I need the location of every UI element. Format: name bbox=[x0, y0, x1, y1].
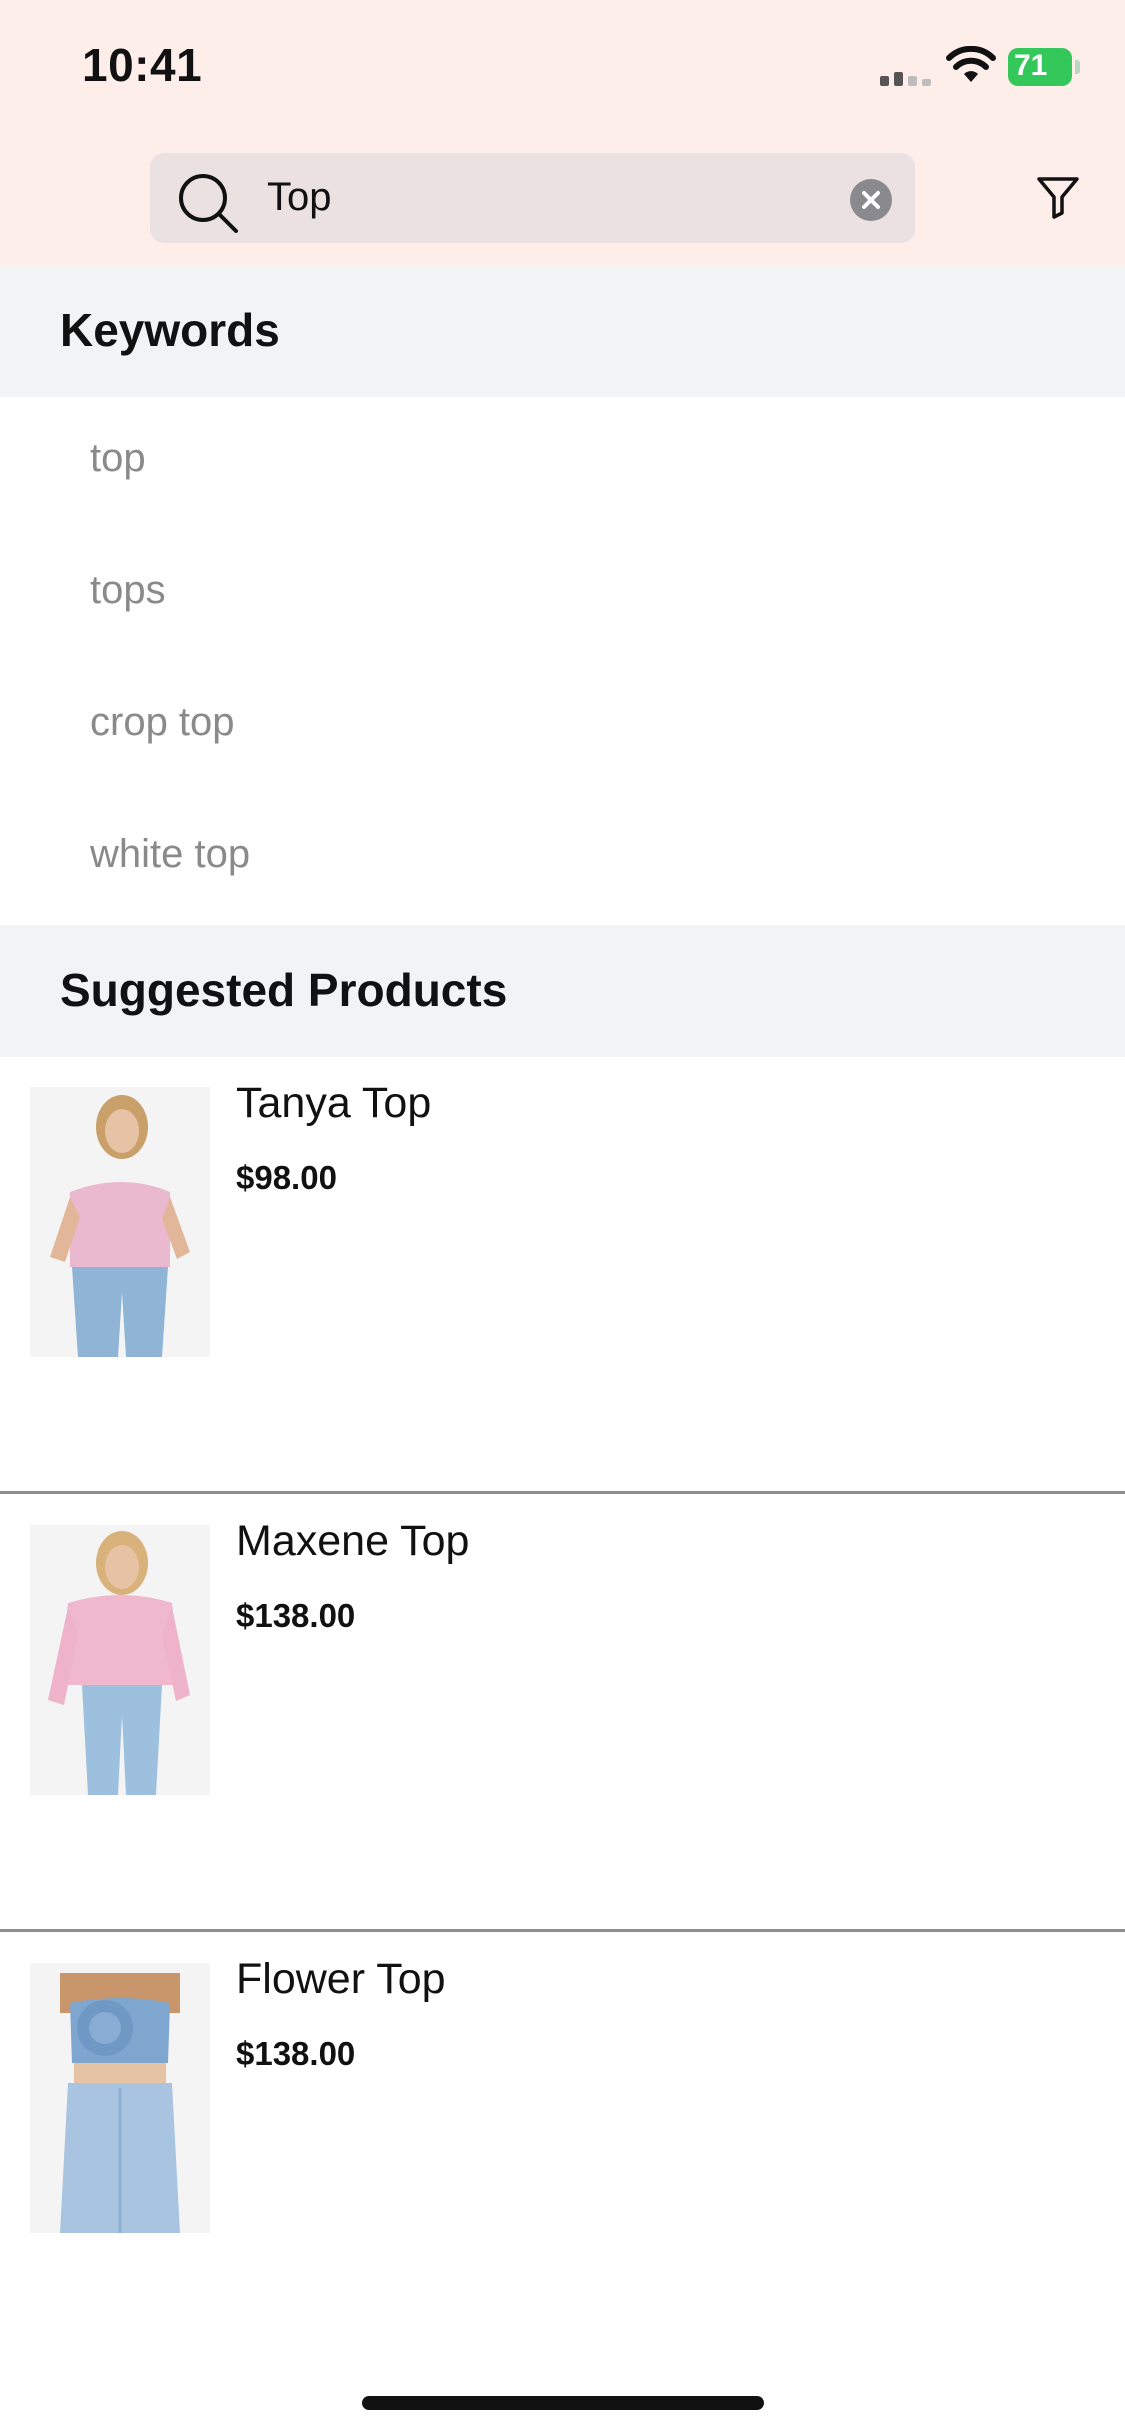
keyword-item[interactable]: white top bbox=[90, 832, 250, 877]
wifi-icon bbox=[946, 46, 996, 82]
clear-icon[interactable] bbox=[850, 179, 892, 221]
product-item[interactable]: Tanya Top $98.00 bbox=[0, 1057, 1125, 1497]
status-bar: 10:41 71 bbox=[0, 0, 1125, 135]
battery-cap bbox=[1075, 60, 1080, 74]
product-image[interactable] bbox=[30, 1525, 210, 1795]
filter-icon[interactable] bbox=[1036, 175, 1080, 219]
search-header: Top bbox=[0, 135, 1125, 265]
keywords-title: Keywords bbox=[60, 304, 280, 356]
product-price: $138.00 bbox=[236, 1597, 356, 1634]
product-item[interactable]: Maxene Top $138.00 bbox=[0, 1495, 1125, 1935]
keywords-section-header: Keywords bbox=[0, 265, 1125, 397]
divider bbox=[0, 1491, 1125, 1494]
search-input[interactable]: Top bbox=[150, 153, 915, 243]
product-item[interactable]: Flower Top $138.00 bbox=[0, 1933, 1125, 2373]
keyword-item[interactable]: top bbox=[90, 436, 146, 481]
product-name[interactable]: Tanya Top bbox=[236, 1079, 431, 1128]
keyword-item[interactable]: tops bbox=[90, 568, 166, 613]
products-section-header: Suggested Products bbox=[0, 925, 1125, 1057]
product-price: $98.00 bbox=[236, 1159, 337, 1196]
product-name[interactable]: Flower Top bbox=[236, 1955, 446, 2004]
keyword-item[interactable]: crop top bbox=[90, 700, 235, 745]
battery-level: 71 bbox=[1014, 49, 1048, 82]
home-indicator[interactable] bbox=[362, 2396, 764, 2410]
product-name[interactable]: Maxene Top bbox=[236, 1517, 469, 1566]
status-time: 10:41 bbox=[82, 39, 203, 91]
cellular-signal-icon bbox=[880, 72, 931, 86]
divider bbox=[0, 1929, 1125, 1932]
product-image[interactable] bbox=[30, 1963, 210, 2233]
search-query[interactable]: Top bbox=[267, 175, 332, 220]
products-title: Suggested Products bbox=[60, 964, 508, 1016]
search-icon bbox=[179, 174, 238, 233]
product-price: $138.00 bbox=[236, 2035, 356, 2072]
product-image[interactable] bbox=[30, 1087, 210, 1357]
